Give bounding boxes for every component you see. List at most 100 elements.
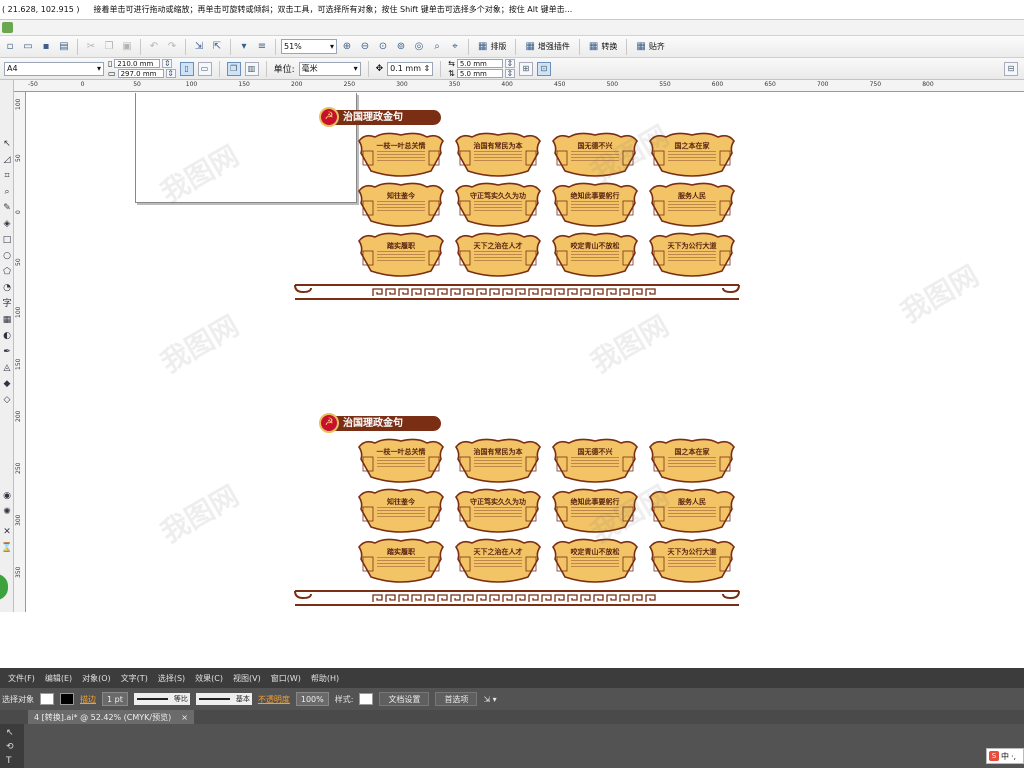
artwork-group-top[interactable]: 治国理政金句 ☭ 一枝一叶总关情 治国有常民为本 国无德不兴 国之本在家 知往鉴今 守正笃实久… — [294, 105, 749, 305]
selection-tool-icon[interactable]: ↖ — [6, 728, 14, 738]
units-options-icon[interactable]: ⊞ — [518, 61, 533, 76]
arrange-button[interactable]: ▦ 排版 — [474, 41, 510, 52]
opacity-label[interactable]: 不透明度 — [258, 694, 290, 705]
all-pages-icon[interactable]: ❐ — [226, 61, 241, 76]
zoom-tool-icon[interactable]: ⌕ — [1, 186, 13, 198]
paper-size-select[interactable]: A4 ▾ — [4, 61, 104, 76]
interactive-fill-icon[interactable]: ◇ — [1, 394, 13, 406]
illustrator-canvas[interactable] — [24, 724, 1024, 768]
freehand-tool-icon[interactable]: ✎ — [1, 202, 13, 214]
menu-item[interactable]: 窗口(W) — [271, 673, 301, 684]
spin-icon[interactable]: ⇕ — [504, 69, 515, 78]
rectangle-tool-icon[interactable]: □ — [1, 234, 13, 246]
stroke-swatch[interactable] — [60, 693, 74, 705]
zoom-selected-icon[interactable]: ⊙ — [375, 39, 391, 55]
plugin-button[interactable]: ▦ 增强插件 — [521, 41, 573, 52]
text-tool-icon[interactable]: 字 — [1, 298, 13, 310]
fret-border — [294, 590, 740, 606]
spin-icon[interactable]: ⇕ — [165, 69, 176, 78]
pick-tool-icon[interactable]: ↖ — [1, 138, 13, 150]
fan-card: 一枝一叶总关情 — [355, 131, 447, 179]
undo-icon[interactable]: ↶ — [146, 39, 162, 55]
type-tool-icon[interactable]: T — [6, 756, 12, 766]
paste-icon[interactable]: ▣ — [119, 39, 135, 55]
zoom-in-icon[interactable]: ⊕ — [339, 39, 355, 55]
import-icon[interactable]: ⇲ — [191, 39, 207, 55]
outline-tool-icon[interactable]: ◬ — [1, 362, 13, 374]
save-icon[interactable]: ▪ — [38, 39, 54, 55]
interactive-tool-icon[interactable]: ◐ — [1, 330, 13, 342]
menu-item[interactable]: 编辑(E) — [45, 673, 72, 684]
options-icon[interactable]: ⊟ — [1004, 61, 1018, 76]
table-tool-icon[interactable]: ▦ — [1, 314, 13, 326]
zoom-all-icon[interactable]: ⊚ — [393, 39, 409, 55]
fan-card-title: 绝知此事要躬行 — [570, 498, 620, 506]
application-launcher-icon[interactable]: ▾ — [236, 39, 252, 55]
preferences-button[interactable]: 首选项 — [435, 692, 478, 706]
variable-width-profile[interactable]: 等比 — [133, 693, 190, 705]
eyedropper-tool-icon[interactable]: ✒ — [1, 346, 13, 358]
stroke-label[interactable]: 描边 — [80, 694, 96, 705]
cut-icon[interactable]: ✂ — [83, 39, 99, 55]
document-tab[interactable]: 4 [转换].ai* @ 52.42% (CMYK/预览) × — [28, 710, 194, 724]
document-setup-button[interactable]: 文档设置 — [379, 692, 430, 706]
drawing-canvas[interactable]: 治国理政金句 ☭ 一枝一叶总关情 治国有常民为本 国无德不兴 国之本在家 知往鉴今 守正笃实久… — [27, 93, 1024, 612]
close-icon[interactable]: ✕ — [1, 526, 13, 538]
zoom-out-icon[interactable]: ⊖ — [357, 39, 373, 55]
menu-item[interactable]: 帮助(H) — [311, 673, 339, 684]
fan-card: 绝知此事要躬行 — [549, 181, 641, 229]
page-width-input[interactable]: 210.0 mm — [114, 59, 161, 68]
export-icon[interactable]: ⇱ — [209, 39, 225, 55]
color-icon[interactable]: ◉ — [1, 490, 13, 502]
print-icon[interactable]: ▤ — [56, 39, 72, 55]
shape-tool-icon[interactable]: ◿ — [1, 154, 13, 166]
spin-icon[interactable]: ⇕ — [504, 59, 515, 68]
horizontal-ruler[interactable]: -50 0 50 100 150 200 250 300 350 400 450 500 550 600 6… — [14, 80, 1024, 92]
opacity-input[interactable]: 100% — [295, 692, 329, 706]
close-icon[interactable]: × — [181, 713, 188, 722]
copy-icon[interactable]: ❐ — [101, 39, 117, 55]
menu-item[interactable]: 效果(C) — [195, 673, 223, 684]
convert-button[interactable]: ▦ 转换 — [585, 41, 621, 52]
polygon-tool-icon[interactable]: ⬠ — [1, 266, 13, 278]
color-wheel-icon[interactable]: ✺ — [1, 506, 13, 518]
artwork-group-bottom[interactable]: 治国理政金句 ☭ 一枝一叶总关情 治国有常民为本 国无德不兴 国之本在家 知往鉴今 守正笃实久… — [294, 411, 749, 611]
stroke-weight-input[interactable]: 1 pt — [102, 692, 128, 706]
spin-icon[interactable]: ⇕ — [162, 59, 173, 68]
portrait-icon[interactable]: ▯ — [179, 61, 194, 76]
zoom-width-icon[interactable]: ⌕ — [429, 39, 445, 55]
menu-item[interactable]: 选择(S) — [158, 673, 185, 684]
page-height-input[interactable]: 297.0 mm — [117, 69, 164, 78]
nudge-distance-input[interactable]: 0.1 mm ⇕ — [387, 61, 434, 76]
fill-tool-icon[interactable]: ◆ — [1, 378, 13, 390]
menu-item[interactable]: 视图(V) — [233, 673, 261, 684]
units-select[interactable]: 毫米 ▾ — [298, 61, 361, 76]
menu-item[interactable]: 对象(O) — [82, 673, 111, 684]
redo-icon[interactable]: ↷ — [164, 39, 180, 55]
vertical-ruler[interactable]: 100 50 0 50 100 150 200 250 300 350 — [14, 92, 26, 612]
menu-item[interactable]: 文字(T) — [121, 673, 148, 684]
more-options-icon[interactable]: ⇲ ▾ — [483, 695, 496, 704]
welcome-screen-icon[interactable]: ≡ — [254, 39, 270, 55]
zoom-height-icon[interactable]: ⌖ — [447, 39, 463, 55]
lasso-tool-icon[interactable]: ⟲ — [6, 742, 14, 752]
duplicate-y-input[interactable]: 5.0 mm — [456, 69, 503, 78]
new-document-icon[interactable]: ▫ — [2, 39, 18, 55]
treat-as-filled-icon[interactable]: ⊡ — [536, 61, 551, 76]
landscape-icon[interactable]: ▭ — [197, 61, 212, 76]
menu-item[interactable]: 文件(F) — [8, 673, 35, 684]
ime-indicator[interactable]: S 中 ·, — [986, 748, 1024, 764]
fill-swatch[interactable] — [40, 693, 54, 705]
zoom-level-select[interactable]: 51% ▾ — [281, 39, 337, 54]
open-folder-icon[interactable]: ▭ — [20, 39, 36, 55]
graphic-style-swatch[interactable] — [359, 693, 374, 705]
current-page-icon[interactable]: ▥ — [244, 61, 259, 76]
smart-fill-icon[interactable]: ◈ — [1, 218, 13, 230]
brush-definition[interactable]: 基本 — [195, 693, 252, 705]
snap-button[interactable]: ▦ 贴齐 — [632, 41, 668, 52]
crop-tool-icon[interactable]: ⌗ — [1, 170, 13, 182]
duplicate-x-input[interactable]: 5.0 mm — [456, 59, 503, 68]
ellipse-tool-icon[interactable]: ○ — [1, 250, 13, 262]
basic-shapes-icon[interactable]: ◔ — [1, 282, 13, 294]
zoom-page-icon[interactable]: ◎ — [411, 39, 427, 55]
